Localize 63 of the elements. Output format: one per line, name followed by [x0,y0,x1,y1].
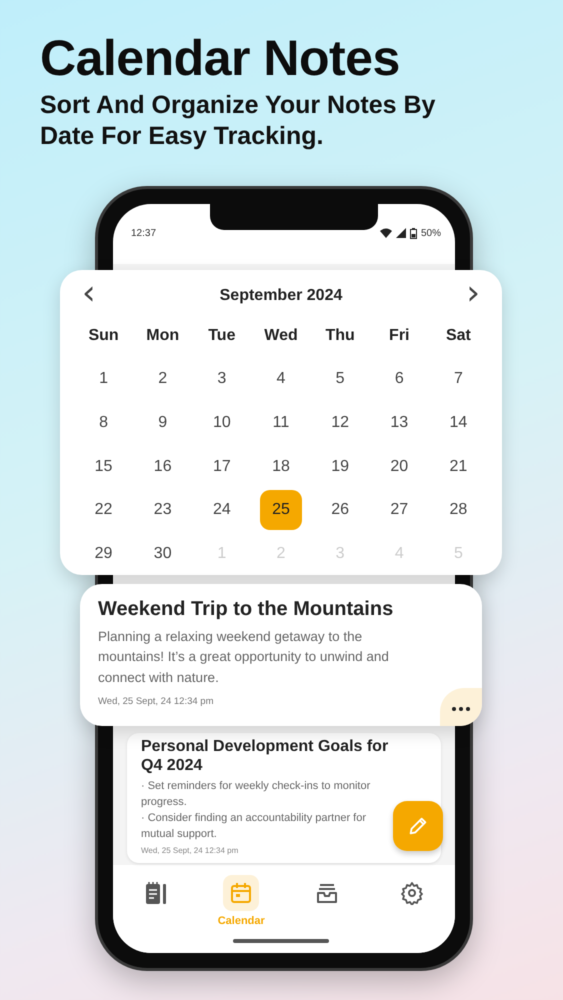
status-time: 12:37 [131,228,156,238]
calendar-day[interactable]: 28 [437,490,480,530]
calendar-day[interactable]: 8 [82,402,125,443]
weekday-label: Sat [444,326,472,346]
note-card[interactable]: Weekend Trip to the Mountains Planning a relaxing weekend getaway to the mountains! It’s a great opportunity to unwind and connect with nature. Wed, 25 Sept, 24 12:34 pm [80,584,482,726]
note-text: · Consider finding an accountability partner for mutual support. [141,811,368,842]
calendar-day[interactable]: 10 [200,402,243,443]
calendar-icon [229,881,254,905]
battery-level: 50% [420,228,441,238]
calendar-day[interactable]: 14 [437,402,480,443]
weekday-label: Fri [388,326,410,346]
calendar-day[interactable]: 16 [142,446,184,487]
calendar-day[interactable]: 25 [260,490,302,530]
calendar-day[interactable]: 9 [142,402,184,443]
note-text: Planning a relaxing weekend getaway to the mountains! It’s a great opportunity to unwind and connect with nature. [98,628,390,686]
calendar-day[interactable]: 22 [82,490,125,530]
calendar-day[interactable]: 24 [200,490,243,530]
weekday-label: Sun [87,326,120,346]
more-icon [452,707,470,711]
calendar-day[interactable]: 2 [142,359,184,400]
calendar-day[interactable]: 3 [200,359,243,400]
more-button[interactable] [440,688,482,726]
headline: Calendar Notes [39,29,401,88]
calendar-day[interactable]: 27 [378,490,420,530]
calendar-day[interactable]: 13 [378,402,420,443]
note-card[interactable]: Personal Development Goals for Q4 2024 · Set reminders for weekly check-ins to monitor progress. · Consider finding an accountability partner for mutual support. Wed, 25 Sept, 24 12:34 pm [127,733,441,863]
tray-icon [314,881,339,905]
pencil-icon [407,815,429,837]
previous-month-button[interactable]: ‹ [74,276,104,316]
weekday-label: Mon [145,326,180,346]
battery-icon [410,228,417,238]
calendar-day[interactable]: 11 [260,402,302,443]
calendar-day[interactable]: 6 [378,359,420,400]
calendar-day[interactable]: 17 [200,446,243,487]
calendar-day[interactable]: 23 [142,490,184,530]
notebook-icon [144,881,167,905]
calendar-day[interactable]: 21 [437,446,480,487]
note-title: Personal Development Goals for Q4 2024 [141,738,390,776]
weekday-label: Tue [207,326,236,346]
note-text: · Set reminders for weekly check-ins to monitor progress. [141,779,372,810]
calendar-day[interactable]: 20 [378,446,420,487]
next-month-button[interactable]: › [458,276,488,316]
calendar-day[interactable]: 26 [319,490,362,530]
calendar-day[interactable]: 12 [319,402,362,443]
note-date: Wed, 25 Sept, 24 12:34 pm [141,846,240,855]
note-title: Weekend Trip to the Mountains [98,598,394,621]
calendar-day[interactable]: 5 [319,359,362,400]
calendar-day[interactable]: 1 [82,359,125,400]
calendar-day[interactable]: 29 [82,534,125,574]
calendar-day[interactable]: 7 [437,359,480,400]
calendar-day[interactable]: 18 [260,446,302,487]
weekday-label: Wed [263,326,299,346]
calendar-day[interactable]: 15 [82,446,125,487]
signal-icon [396,228,406,238]
calendar-day[interactable]: 4 [260,359,302,400]
month-title: September 2024 [220,287,342,305]
settings-icon [400,881,424,905]
calendar-day[interactable]: 30 [142,534,184,574]
note-date: Wed, 25 Sept, 24 12:34 pm [98,696,214,707]
subheadline: Sort And Organize Your Notes By Date For Easy Tracking. [40,90,436,152]
calendar-day[interactable]: 19 [319,446,362,487]
wifi-icon [380,228,392,238]
weekday-label: Thu [324,326,356,346]
